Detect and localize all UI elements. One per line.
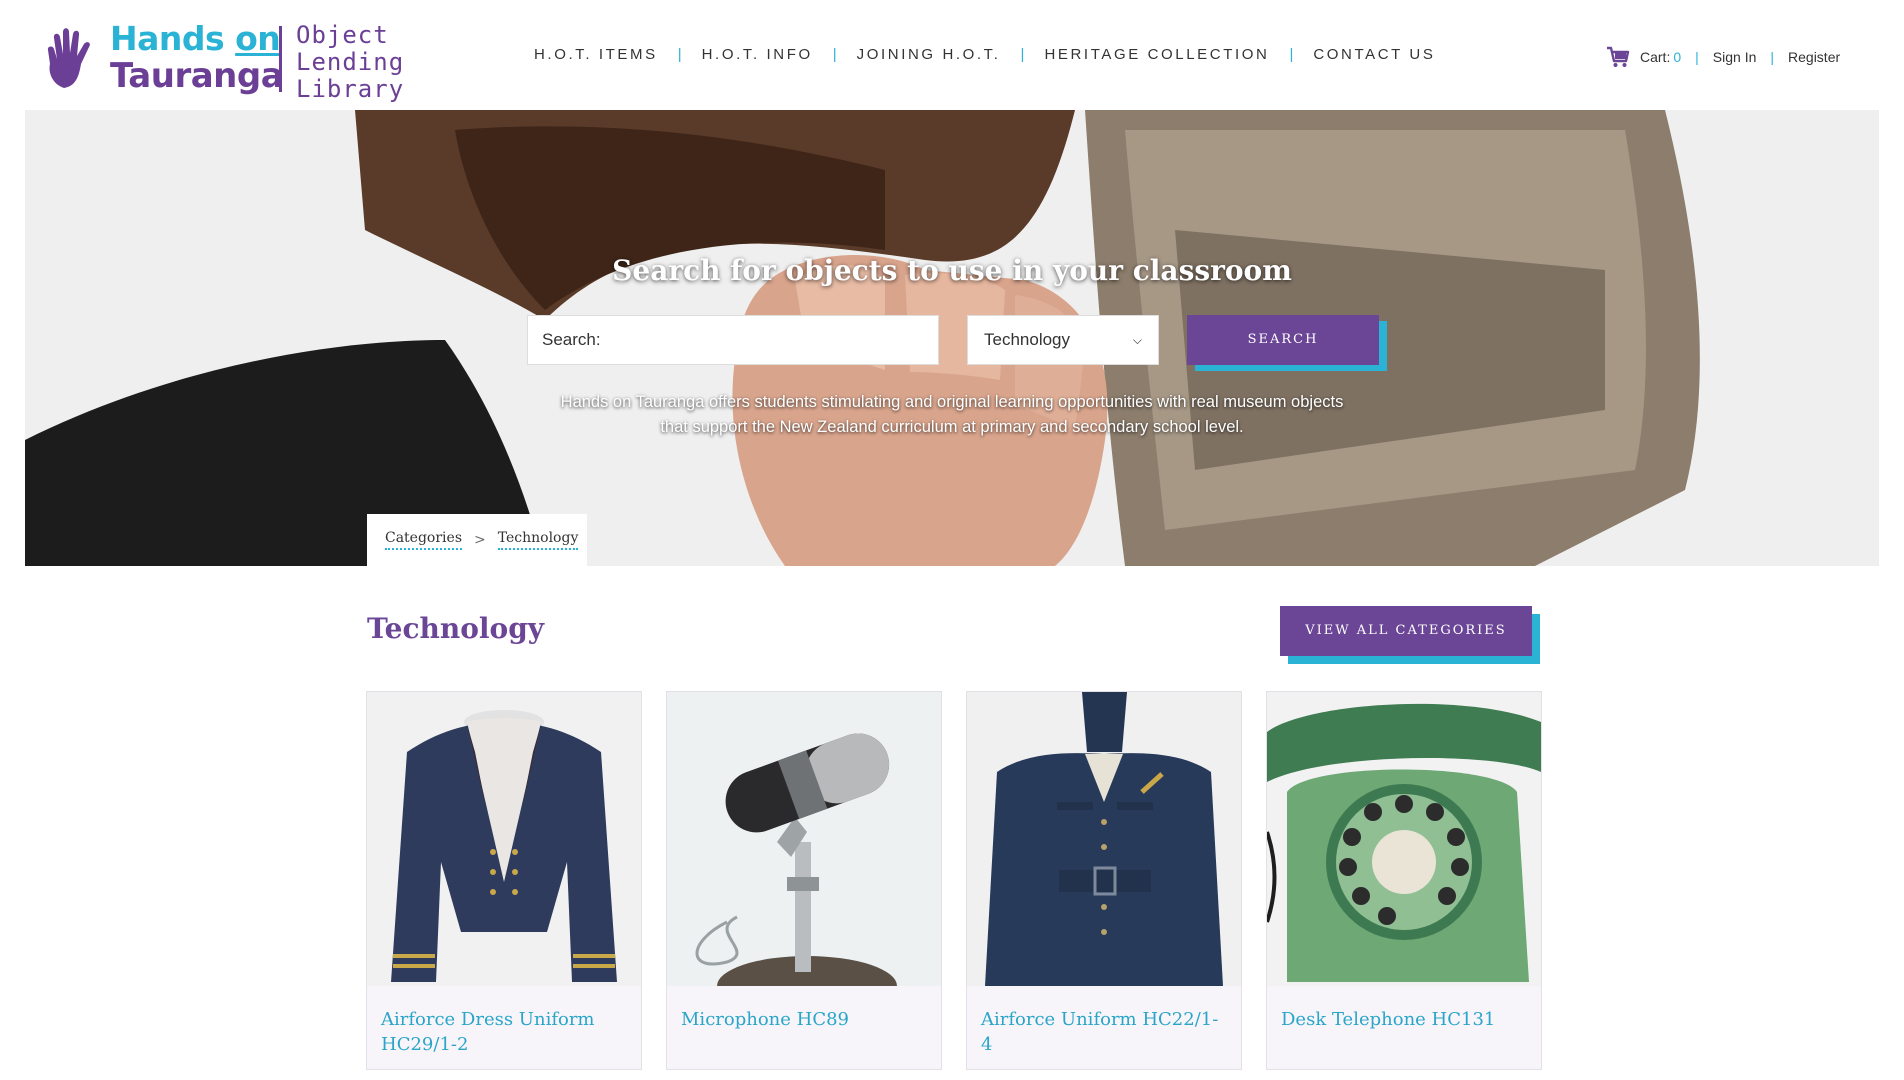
nav-item-joining-hot[interactable]: JOINING H.O.T. (857, 46, 1001, 63)
nav-separator: | (1289, 46, 1294, 63)
hero-description: Hands on Tauranga offers students stimul… (25, 390, 1879, 440)
main-nav: H.O.T. ITEMS | H.O.T. INFO | JOINING H.O… (534, 46, 1435, 63)
view-all-button-group: VIEW ALL CATEGORIES (1280, 606, 1542, 664)
item-card-title[interactable]: Microphone HC89 (667, 991, 941, 1044)
hero-description-line: Hands on Tauranga offers students stimul… (560, 393, 1344, 411)
item-card-title[interactable]: Airforce Dress Uniform HC29/1-2 (367, 991, 641, 1069)
category-select-value: Technology (984, 330, 1071, 349)
account-separator: | (1695, 49, 1699, 65)
item-card[interactable]: Airforce Dress Uniform HC29/1-2 (366, 691, 642, 1070)
logo-text-hands: Hands (110, 19, 236, 58)
jacket-photo (367, 692, 641, 986)
item-card-list: Airforce Dress Uniform HC29/1-2 Micropho… (366, 691, 1542, 1070)
sign-in-link[interactable]: Sign In (1713, 49, 1757, 65)
uniform-photo (967, 692, 1241, 986)
category-select[interactable]: Technology ⌵ (967, 315, 1159, 365)
item-card[interactable]: Desk Telephone HC131 (1265, 691, 1542, 1070)
chevron-down-icon: ⌵ (1132, 333, 1142, 347)
cart-label: Cart: (1640, 49, 1671, 65)
telephone-photo (1265, 692, 1541, 986)
logo-subtitle-line: Object (296, 21, 389, 49)
search-input[interactable]: Search: (527, 315, 939, 365)
site-logo[interactable]: Hands on Tauranga Object Lending Library (44, 19, 404, 103)
microphone-photo (667, 692, 941, 1016)
hero-description-line: that support the New Zealand curriculum … (660, 418, 1244, 436)
hero-photo-stereoscope (25, 110, 1879, 566)
nav-separator: | (832, 46, 837, 63)
nav-separator: | (1020, 46, 1025, 63)
logo-subtitle: Object Lending Library (296, 22, 404, 103)
register-link[interactable]: Register (1788, 49, 1840, 65)
logo-divider (279, 26, 282, 92)
view-all-categories-button[interactable]: VIEW ALL CATEGORIES (1280, 606, 1532, 656)
item-card-title[interactable]: Desk Telephone HC131 (1267, 991, 1541, 1044)
breadcrumb-current-link[interactable]: Technology (497, 530, 579, 550)
site-header: Hands on Tauranga Object Lending Library… (0, 0, 1904, 110)
logo-text-hands-on: Hands on (110, 19, 281, 58)
breadcrumb-separator: > (474, 532, 486, 548)
hand-logo-icon (47, 28, 90, 88)
nav-item-hot-items[interactable]: H.O.T. ITEMS (534, 46, 658, 63)
account-separator: | (1770, 49, 1775, 65)
search-button[interactable]: SEARCH (1187, 315, 1379, 365)
cart-link[interactable]: Cart: 0 (1640, 49, 1681, 65)
cart-icon[interactable] (1606, 46, 1630, 68)
cart-count: 0 (1673, 49, 1682, 65)
hero-title: Search for objects to use in your classr… (612, 254, 1292, 287)
item-card-title[interactable]: Airforce Uniform HC22/1-4 (967, 991, 1241, 1069)
category-title: Technology (367, 612, 545, 645)
logo-text-tauranga: Tauranga (110, 56, 284, 96)
breadcrumb-categories-link[interactable]: Categories (385, 530, 462, 550)
search-button-group: SEARCH (1187, 315, 1387, 371)
hero-banner: Search for objects to use in your classr… (25, 110, 1879, 566)
logo-text-on: on (235, 19, 281, 58)
breadcrumb: Categories > Technology (367, 514, 587, 566)
item-card[interactable]: Microphone HC89 (666, 691, 942, 1070)
nav-item-hot-info[interactable]: H.O.T. INFO (702, 46, 813, 63)
logo-subtitle-line: Library (296, 75, 405, 103)
nav-item-contact-us[interactable]: CONTACT US (1313, 46, 1435, 63)
account-links: Cart: 0 | Sign In | Register (1606, 46, 1840, 68)
item-card[interactable]: Airforce Uniform HC22/1-4 (966, 691, 1242, 1070)
logo-subtitle-line: Lending (296, 48, 405, 76)
nav-item-heritage-collection[interactable]: HERITAGE COLLECTION (1044, 46, 1269, 63)
nav-separator: | (677, 46, 682, 63)
